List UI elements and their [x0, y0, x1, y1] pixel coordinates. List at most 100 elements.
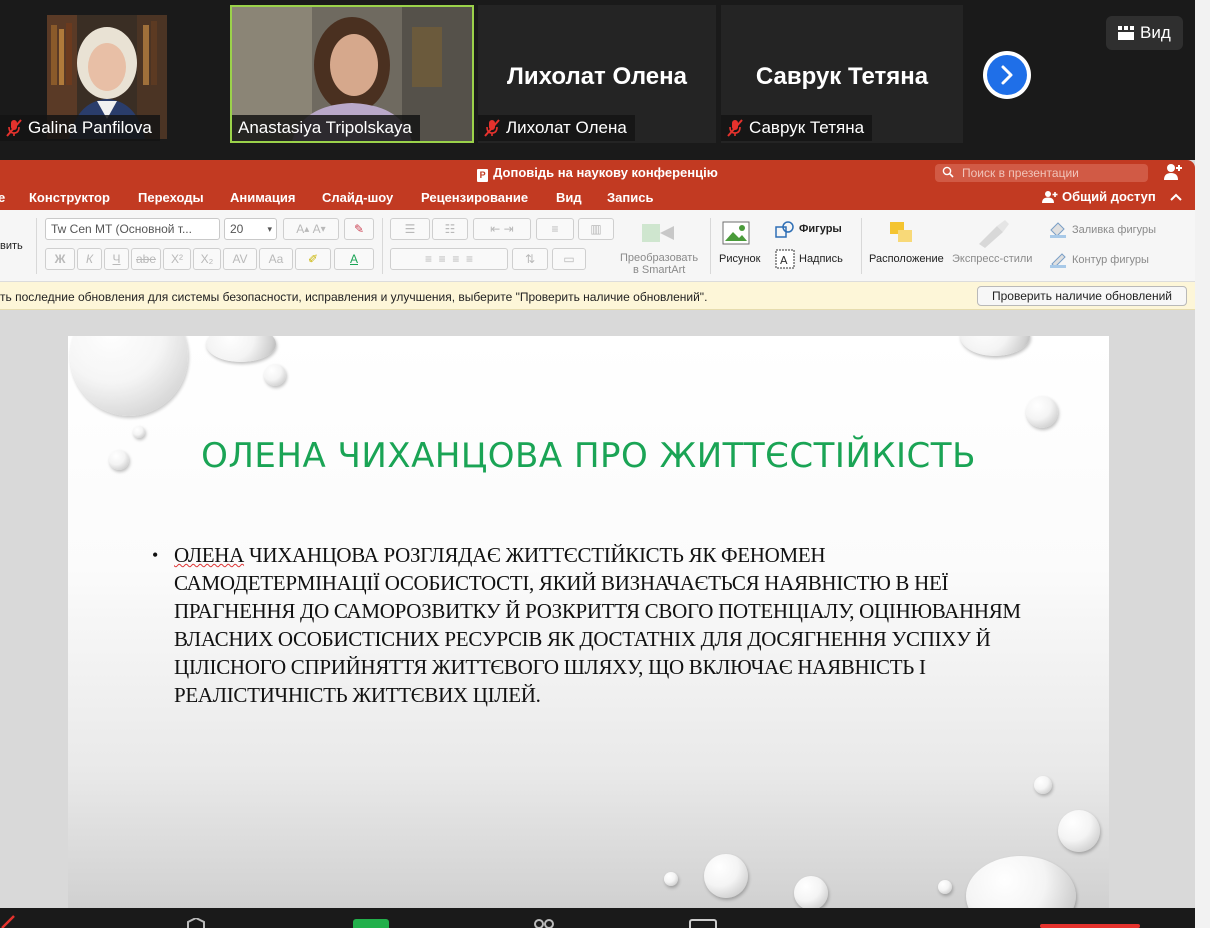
tab-review[interactable]: Рецензирование: [421, 190, 528, 205]
view-button[interactable]: Вид: [1106, 16, 1183, 50]
share-label: Общий доступ: [1062, 189, 1156, 204]
character-spacing-icon[interactable]: AV: [223, 248, 257, 270]
textbox-label: Надпись: [799, 253, 843, 265]
water-drop-decoration: [70, 336, 188, 416]
slide[interactable]: ОЛЕНА ЧИХАНЦОВА ПРО ЖИТТЄСТІЙКІСТЬ • ОЛЕ…: [68, 336, 1109, 908]
water-drop-decoration: [960, 336, 1030, 356]
subscript-button[interactable]: X₂: [193, 248, 221, 270]
change-case-icon[interactable]: Aa: [259, 248, 293, 270]
bullet-text: ОЛЕНА ЧИХАНЦОВА РОЗГЛЯДАЄ ЖИТТЄСТІЙКІСТЬ…: [174, 541, 1032, 709]
end-meeting-button[interactable]: [1040, 924, 1140, 928]
font-name-select[interactable]: Tw Cen MT (Основной т...: [45, 218, 220, 240]
participant-tile-savruk[interactable]: Саврук Тетяна Саврук Тетяна: [721, 5, 963, 143]
highlight-icon[interactable]: ✐: [295, 248, 331, 270]
shape-fill-label[interactable]: Заливка фигуры: [1072, 224, 1156, 236]
tab-transitions[interactable]: Переходы: [138, 190, 204, 205]
arrange-label: Расположение: [869, 253, 944, 265]
tab-design[interactable]: Конструктор: [29, 190, 110, 205]
text-direction-icon[interactable]: ⇅: [512, 248, 548, 270]
slide-canvas: ОЛЕНА ЧИХАНЦОВА ПРО ЖИТТЄСТІЙКІСТЬ • ОЛЕ…: [0, 310, 1195, 908]
superscript-button[interactable]: X²: [163, 248, 191, 270]
right-gutter: [1195, 0, 1210, 928]
window-titlebar: P Доповідь на наукову конференцію Поиск в…: [0, 160, 1195, 184]
align-text-icon[interactable]: ▭: [552, 248, 586, 270]
slide-bullet[interactable]: • ОЛЕНА ЧИХАНЦОВА РОЗГЛЯДАЄ ЖИТТЄСТІЙКІС…: [152, 541, 1032, 709]
participant-name-tag: Anastasiya Tripolskaya: [232, 115, 420, 141]
tab-view[interactable]: Вид: [556, 190, 582, 205]
shape-outline-icon[interactable]: [1048, 250, 1068, 268]
line-spacing-icon[interactable]: ≡: [536, 218, 574, 240]
water-drop-decoration: [1034, 776, 1052, 794]
font-name-value: Tw Cen MT (Основной т...: [51, 222, 192, 236]
participant-tile-anastasiya[interactable]: Anastasiya Tripolskaya: [230, 5, 474, 143]
indent-icon[interactable]: ⇤ ⇥: [473, 218, 531, 240]
water-drop-decoration: [794, 876, 828, 908]
zoom-control-bar: [0, 908, 1195, 928]
strikethrough-button[interactable]: abe: [131, 248, 161, 270]
water-drop-decoration: [264, 364, 286, 386]
participants-icon[interactable]: [353, 919, 389, 928]
water-drop-decoration: [938, 880, 952, 894]
tab-animations[interactable]: Анимация: [230, 190, 295, 205]
paste-button-label[interactable]: вить: [0, 240, 23, 252]
participant-tile-galina[interactable]: Galina Panfilova: [0, 5, 226, 143]
smartart-label-2: в SmartArt: [633, 264, 686, 276]
font-size-select[interactable]: 20 ▾: [224, 218, 277, 240]
align-buttons[interactable]: ≡ ≡ ≡ ≡: [390, 248, 508, 270]
collapse-ribbon-icon[interactable]: [1170, 193, 1182, 201]
participant-display-name: Саврук Тетяна: [755, 63, 929, 90]
water-drop-decoration: [1058, 810, 1100, 852]
svg-text:A: A: [780, 254, 788, 267]
spellcheck-word: ОЛЕНА: [174, 543, 245, 567]
water-drop-decoration: [206, 336, 276, 362]
shapes-label[interactable]: Фигуры: [799, 223, 842, 235]
picture-icon[interactable]: [722, 220, 752, 246]
water-drop-decoration: [664, 872, 678, 886]
water-drop-decoration: [1026, 396, 1058, 428]
shapes-icon[interactable]: [775, 221, 795, 239]
check-updates-button[interactable]: Проверить наличие обновлений: [977, 286, 1187, 306]
underline-button[interactable]: Ч: [104, 248, 129, 270]
next-participants-button[interactable]: [983, 51, 1031, 99]
smartart-icon[interactable]: [640, 220, 680, 246]
smartart-label-1: Преобразовать: [620, 252, 699, 264]
participant-display-name: Лихолат Олена: [507, 63, 687, 90]
water-drop-decoration: [704, 854, 748, 898]
water-drop-decoration: [966, 856, 1076, 908]
font-size-value: 20: [230, 222, 244, 236]
quick-styles-icon[interactable]: [975, 218, 1011, 248]
presentation-file-icon: P: [477, 169, 489, 182]
shape-outline-label[interactable]: Контур фигуры: [1072, 254, 1149, 266]
search-in-presentation[interactable]: Поиск в презентации: [935, 164, 1148, 182]
mic-muted-icon: [484, 119, 500, 137]
shape-fill-icon[interactable]: [1048, 220, 1068, 238]
bullets-icon[interactable]: ☰: [390, 218, 430, 240]
security-shield-icon[interactable]: [185, 918, 207, 928]
share-person-icon: [1042, 191, 1058, 203]
update-notification-bar: ть последние обновления для системы безо…: [0, 282, 1195, 310]
tab-recording[interactable]: Запись: [607, 190, 653, 205]
slide-title[interactable]: ОЛЕНА ЧИХАНЦОВА ПРО ЖИТТЄСТІЙКІСТЬ: [68, 436, 1109, 476]
share-screen-icon[interactable]: [688, 918, 718, 928]
mute-icon[interactable]: [0, 914, 16, 928]
bold-button[interactable]: Ж: [45, 248, 75, 270]
quick-styles-label: Экспресс-стили: [952, 253, 1033, 265]
tab-partial[interactable]: е: [0, 190, 5, 205]
participant-tile-lykholat[interactable]: Лихолат Олена Лихолат Олена: [478, 5, 716, 143]
columns-icon[interactable]: ▥: [578, 218, 614, 240]
font-size-grow-shrink[interactable]: A ▴ A ▾: [283, 218, 339, 240]
clear-formatting-icon[interactable]: ✎: [344, 218, 374, 240]
mic-muted-icon: [6, 119, 22, 137]
font-color-icon[interactable]: A: [334, 248, 374, 270]
arrange-icon[interactable]: [888, 220, 918, 246]
tab-slideshow[interactable]: Слайд-шоу: [322, 190, 393, 205]
search-icon: [942, 166, 954, 178]
participant-name: Саврук Тетяна: [749, 118, 865, 137]
chat-icon[interactable]: [533, 918, 557, 928]
participant-name-tag: Galina Panfilova: [0, 115, 160, 141]
add-person-icon[interactable]: [1163, 163, 1183, 181]
share-button[interactable]: Общий доступ: [1042, 189, 1182, 204]
textbox-icon[interactable]: A: [775, 249, 795, 269]
italic-button[interactable]: К: [77, 248, 102, 270]
numbering-icon[interactable]: ☷: [432, 218, 468, 240]
